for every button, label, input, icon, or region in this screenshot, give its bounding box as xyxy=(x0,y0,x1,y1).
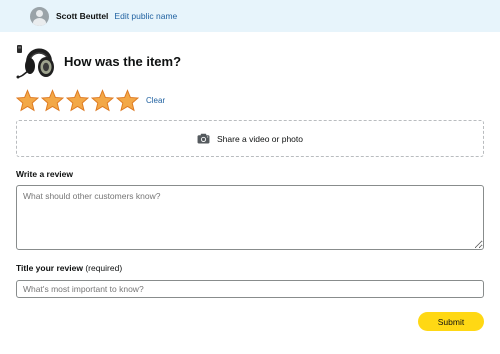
product-summary: How was the item? xyxy=(16,42,181,80)
avatar xyxy=(30,6,49,26)
star-5-icon[interactable] xyxy=(116,88,139,112)
star-rating: Clear xyxy=(16,88,165,112)
star-4-icon[interactable] xyxy=(91,88,114,112)
edit-public-name-link[interactable]: Edit public name xyxy=(114,11,177,21)
review-title-input[interactable] xyxy=(16,280,484,298)
share-media-label: Share a video or photo xyxy=(216,133,303,144)
share-media-button[interactable]: Share a video or photo xyxy=(16,120,484,157)
star-1-icon[interactable] xyxy=(16,88,39,112)
write-review-label: Write a review xyxy=(16,169,74,179)
review-question-heading: How was the item? xyxy=(64,53,182,69)
submit-button[interactable]: Submit xyxy=(418,312,484,331)
required-note: (required) xyxy=(85,263,123,273)
star-3-icon[interactable] xyxy=(66,88,89,112)
user-name: Scott Beuttel xyxy=(56,11,109,21)
star-2-icon[interactable] xyxy=(41,88,64,112)
clear-rating-link[interactable]: Clear xyxy=(146,96,165,105)
review-textarea[interactable] xyxy=(16,185,484,250)
camera-icon xyxy=(197,133,210,144)
title-review-label-text: Title your review xyxy=(16,263,83,273)
headset-icon xyxy=(16,42,56,80)
title-review-label: Title your review (required) xyxy=(16,263,122,273)
public-profile-bar: Scott Beuttel Edit public name xyxy=(0,0,500,32)
